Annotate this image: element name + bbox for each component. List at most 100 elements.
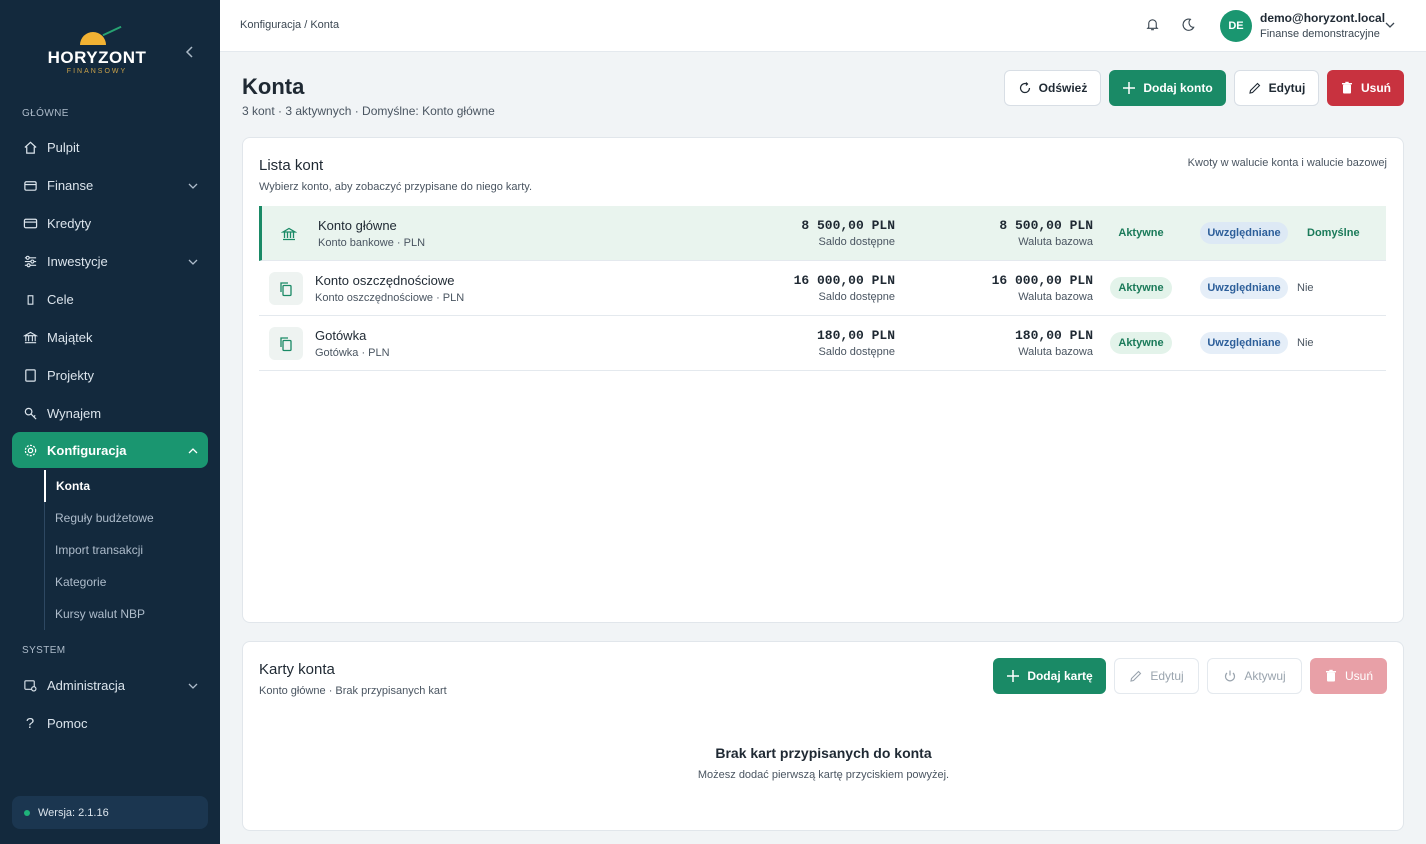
default-badge: Domyślne — [1307, 227, 1360, 239]
base-label: Waluta bazowa — [1018, 291, 1093, 303]
chevron-down-icon — [188, 179, 198, 189]
base-label: Waluta bazowa — [1018, 346, 1093, 358]
account-row-konto-oszczednosciowe[interactable]: Konto oszczędnościowe Konto oszczędności… — [259, 261, 1386, 316]
delete-card-button-label: Usuń — [1344, 669, 1373, 683]
add-card-button-label: Dodaj kartę — [1027, 669, 1093, 683]
sidebar-item-finanse[interactable]: Finanse — [12, 167, 208, 203]
brand-logo[interactable]: HORYZONT FINANSOWY — [42, 25, 152, 80]
copy-icon — [269, 327, 303, 360]
breadcrumb: Konfiguracja / Konta — [240, 19, 340, 31]
sidebar-item-wynajem[interactable]: Wynajem — [12, 395, 208, 431]
version-label: Wersja: 2.1.16 — [38, 806, 109, 819]
chevron-down-icon — [188, 255, 198, 265]
account-name: Gotówka — [315, 328, 367, 343]
subnav-item-reguly[interactable]: Reguły budżetowe — [45, 502, 204, 534]
chevron-down-icon — [188, 679, 198, 689]
page-subtitle: 3 kont · 3 aktywnych · Domyślne: Konto g… — [242, 104, 495, 118]
sidebar-item-label: Kredyty — [47, 215, 92, 231]
target-icon — [22, 291, 38, 307]
included-badge: Uwzględniane — [1200, 277, 1288, 299]
subnav-item-import[interactable]: Import transakcji — [45, 534, 204, 566]
cards-card-title: Karty konta — [259, 661, 335, 678]
status-badge: Aktywne — [1110, 277, 1172, 299]
account-balance: 16 000,00 PLN — [793, 273, 895, 288]
sidebar-item-label: Administracja — [47, 677, 126, 693]
subnav-item-kursy[interactable]: Kursy walut NBP — [45, 598, 204, 630]
chevron-down-icon[interactable] — [1384, 18, 1396, 30]
edit-account-button[interactable]: Edytuj — [1234, 70, 1319, 106]
bank-icon — [272, 217, 306, 250]
sidebar-item-label: Wynajem — [47, 405, 102, 421]
pencil-icon — [1129, 669, 1143, 683]
sidebar-item-label: Cele — [47, 291, 74, 307]
edit-card-button[interactable]: Edytuj — [1114, 658, 1199, 694]
activate-card-button[interactable]: Aktywuj — [1207, 658, 1302, 694]
brand-name: HORYZONT — [47, 48, 147, 67]
bell-icon[interactable] — [1145, 17, 1161, 33]
subnav-item-kategorie[interactable]: Kategorie — [45, 566, 204, 598]
account-row-gotowka[interactable]: Gotówka Gotówka · PLN 180,00 PLN Saldo d… — [259, 316, 1386, 371]
sidebar-item-label: Pulpit — [47, 139, 80, 155]
accounts-card-subtitle: Wybierz konto, aby zobaczyć przypisane d… — [259, 181, 532, 193]
plus-icon — [1122, 81, 1136, 95]
konfiguracja-subnav: Konta Reguły budżetowe Import transakcji… — [44, 470, 204, 630]
currency-note: Kwoty w walucie konta i walucie bazowej — [1187, 157, 1387, 169]
add-card-button[interactable]: Dodaj kartę — [993, 658, 1106, 694]
balance-label: Saldo dostępne — [818, 236, 895, 248]
collapse-sidebar-icon[interactable] — [184, 44, 200, 62]
sidebar-item-inwestycje[interactable]: Inwestycje — [12, 243, 208, 279]
add-account-button-label: Dodaj konto — [1143, 81, 1213, 95]
account-cards-card: Karty konta Konto główne · Brak przypisa… — [242, 641, 1404, 831]
edit-account-button-label: Edytuj — [1268, 81, 1306, 95]
balance-label: Saldo dostępne — [818, 346, 895, 358]
sidebar-item-kredyty[interactable]: Kredyty — [12, 205, 208, 241]
status-dot-icon — [24, 809, 30, 816]
sidebar-item-pulpit[interactable]: Pulpit — [12, 129, 208, 165]
account-balance: 8 500,00 PLN — [801, 218, 895, 233]
key-icon — [22, 405, 38, 421]
sidebar-item-label: Majątek — [47, 329, 93, 345]
account-row-konto-glowne[interactable]: Konto główne Konto bankowe · PLN 8 500,0… — [259, 206, 1386, 261]
question-icon: ? — [25, 714, 35, 732]
account-type: Konto oszczędnościowe · PLN — [315, 292, 465, 304]
refresh-button-label: Odśwież — [1038, 81, 1088, 95]
empty-state-subtitle: Możesz dodać pierwszą kartę przyciskiem … — [697, 769, 950, 781]
copy-icon — [269, 272, 303, 305]
power-icon — [1223, 669, 1237, 683]
user-email: demo@horyzont.local — [1260, 11, 1386, 25]
bank-icon — [22, 329, 38, 345]
trash-icon — [1324, 669, 1338, 683]
sidebar-item-label: Finanse — [47, 177, 94, 193]
status-badge: Aktywne — [1118, 227, 1164, 239]
base-label: Waluta bazowa — [1018, 236, 1093, 248]
account-name: Konto oszczędnościowe — [315, 273, 455, 288]
refresh-button[interactable]: Odśwież — [1004, 70, 1101, 106]
sidebar-item-label: Projekty — [47, 367, 94, 383]
included-badge: Uwzględniane — [1200, 222, 1288, 244]
topbar: Konfiguracja / Konta DE demo@horyzont.lo… — [220, 0, 1426, 52]
pencil-icon — [1248, 81, 1262, 95]
base-balance: 8 500,00 PLN — [999, 218, 1093, 233]
delete-card-button[interactable]: Usuń — [1310, 658, 1387, 694]
account-balance: 180,00 PLN — [816, 328, 895, 343]
delete-account-button[interactable]: Usuń — [1327, 70, 1404, 106]
plus-icon — [1006, 669, 1020, 683]
sidebar-item-pomoc[interactable]: ? Pomoc — [12, 705, 208, 741]
sidebar-item-label: Inwestycje — [47, 253, 108, 269]
sidebar-item-majatek[interactable]: Majątek — [12, 319, 208, 355]
avatar[interactable]: DE — [1220, 10, 1252, 42]
sidebar-item-projekty[interactable]: Projekty — [12, 357, 208, 393]
edit-card-button-label: Edytuj — [1150, 669, 1184, 683]
moon-icon[interactable] — [1181, 17, 1197, 33]
sidebar-item-konfiguracja[interactable]: Konfiguracja — [12, 432, 208, 468]
cards-card-subtitle: Konto główne · Brak przypisanych kart — [259, 685, 447, 697]
user-org: Finanse demonstracyjne — [1260, 28, 1380, 40]
accounts-list-card: Lista kont Wybierz konto, aby zobaczyć p… — [242, 137, 1404, 623]
add-account-button[interactable]: Dodaj konto — [1109, 70, 1226, 106]
sidebar-item-administracja[interactable]: Administracja — [12, 667, 208, 703]
sidebar-item-cele[interactable]: Cele — [12, 281, 208, 317]
subnav-item-konta[interactable]: Konta — [44, 470, 204, 502]
sliders-icon — [22, 253, 38, 269]
version-badge: Wersja: 2.1.16 — [12, 796, 208, 829]
refresh-icon — [1018, 81, 1032, 95]
